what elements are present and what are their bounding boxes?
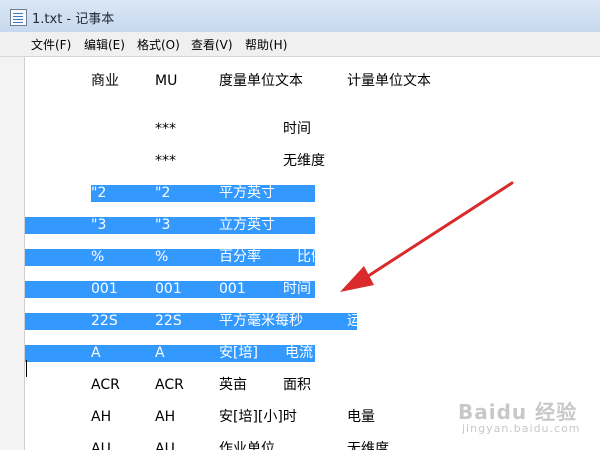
watermark-name: Baidu 经验	[458, 400, 578, 424]
baidu-watermark: Baidu 经验 jingyan.baidu.com	[458, 396, 598, 440]
line-cell: 立方英寸	[219, 217, 275, 233]
line-cell: 平方英寸	[219, 185, 275, 201]
line-cell: AH	[155, 409, 176, 425]
line-cell: 电流	[285, 345, 313, 361]
line-cell: 22S	[91, 313, 118, 329]
line-cell: %	[155, 249, 169, 265]
line-cell: 英亩	[219, 377, 247, 393]
line-cell: 容量	[347, 217, 375, 233]
line-cell: 面积	[347, 185, 375, 201]
line-cell: 运动粘滞度	[347, 313, 417, 329]
menu-file[interactable]: 文件(F)	[31, 36, 71, 53]
line-cell: 时间	[283, 121, 311, 137]
line-cell: 计量单位文本	[347, 73, 431, 89]
menu-bar: 文件(F) 编辑(E) 格式(O) 查看(V) 帮助(H)	[0, 32, 600, 57]
line-cell: 22S	[155, 313, 182, 329]
line-cell: 面积	[283, 377, 311, 393]
line-cell: 无维度	[283, 153, 325, 169]
line-cell: 百分率	[219, 249, 261, 265]
line-cell: A	[155, 345, 165, 361]
watermark-url: jingyan.baidu.com	[462, 422, 581, 435]
line-cell: 平方毫米每秒	[219, 313, 303, 329]
line-cell: 比例	[297, 249, 325, 265]
line-cell: AU	[91, 441, 111, 450]
line-cell: 商业	[91, 73, 119, 89]
menu-view[interactable]: 查看(V)	[191, 36, 233, 53]
line-cell: 001	[155, 281, 182, 297]
line-cell: 度量单位文本	[219, 73, 303, 89]
text-editor[interactable]: 商业 MU 度量单位文本 计量单位文本 *** 时间 *** 无维度 "2 "2 平方英寸 面积 "3 "…	[25, 57, 600, 450]
line-cell: A	[91, 345, 101, 361]
line-cell: 作业单位	[219, 441, 275, 450]
title-bar[interactable]: 1.txt - 记事本	[0, 0, 600, 33]
selection-highlight	[25, 345, 315, 362]
line-cell: "2	[91, 185, 107, 201]
line-cell: 电量	[347, 409, 375, 425]
menu-format[interactable]: 格式(O)	[137, 36, 180, 53]
selection-highlight	[25, 313, 357, 330]
line-cell: AH	[91, 409, 112, 425]
line-cell: 无维度	[347, 441, 389, 450]
text-caret	[26, 360, 27, 377]
line-cell: AU	[155, 441, 175, 450]
line-cell: MU	[155, 73, 178, 89]
line-cell: 安[培][小]时	[219, 409, 297, 425]
notepad-icon	[10, 9, 27, 26]
line-cell: 时间	[283, 281, 311, 297]
line-cell: "2	[155, 185, 171, 201]
line-cell: ACR	[91, 377, 120, 393]
line-cell: ***	[155, 153, 176, 169]
line-cell: "3	[155, 217, 171, 233]
menu-edit[interactable]: 编辑(E)	[84, 36, 125, 53]
selection-highlight	[25, 249, 315, 266]
line-cell: 001	[91, 281, 118, 297]
window-left-border	[0, 57, 25, 450]
line-cell: 001	[219, 281, 246, 297]
menu-help[interactable]: 帮助(H)	[245, 36, 287, 53]
line-cell: %	[91, 249, 105, 265]
line-cell: "3	[91, 217, 107, 233]
line-cell: 安[培]	[219, 345, 258, 361]
line-cell: ACR	[155, 377, 184, 393]
window-title: 1.txt - 记事本	[32, 12, 115, 27]
selection-highlight	[91, 185, 315, 202]
line-cell: ***	[155, 121, 176, 137]
